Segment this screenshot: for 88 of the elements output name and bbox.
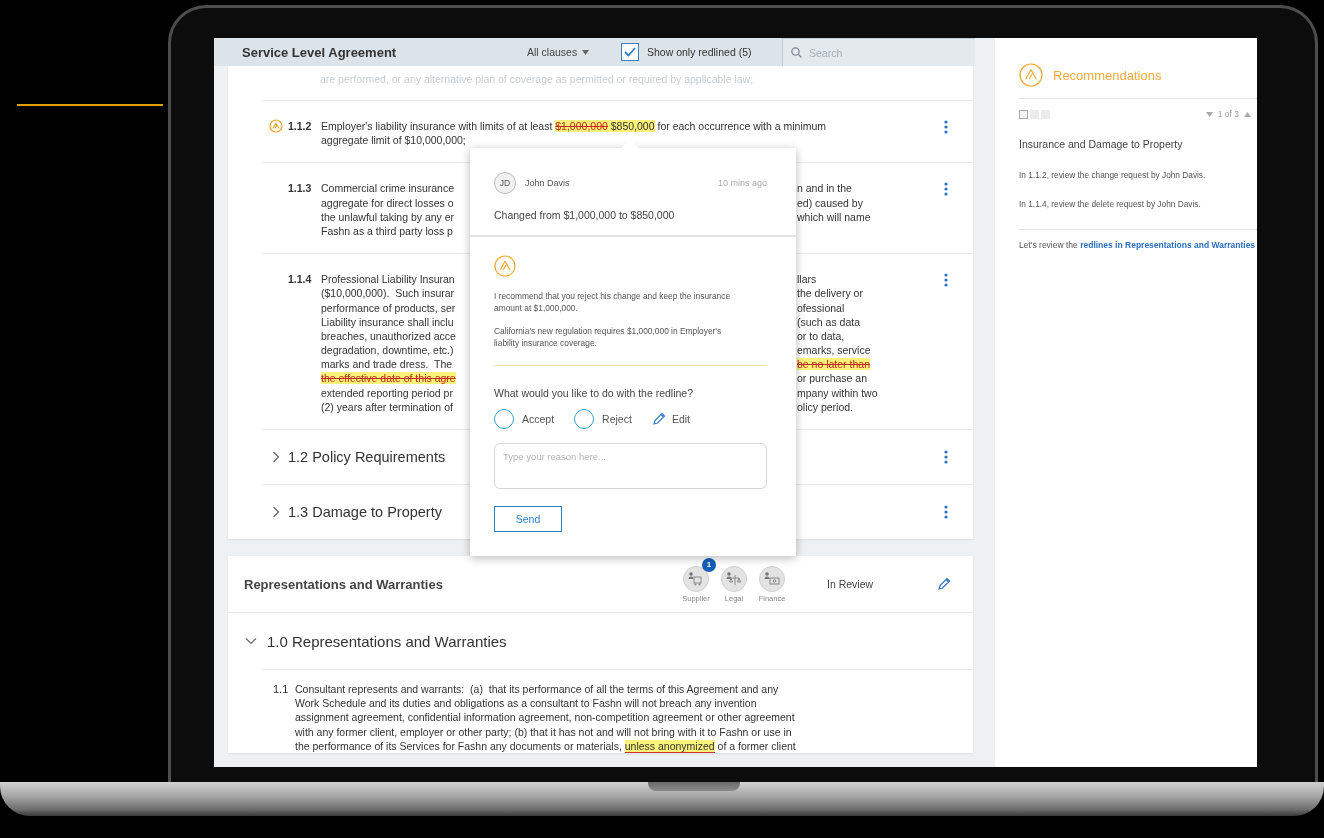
clause-text: ofessional <box>797 300 845 315</box>
clause-text: degradation, downtime, etc.) <box>321 343 455 358</box>
edit-icon[interactable] <box>937 577 951 591</box>
clause-text: with any former client, employer or other party; (b) that it has not and will not bring with it to Fashn or use in <box>295 725 792 738</box>
radio-label[interactable]: Reject <box>602 413 632 425</box>
more-options-icon[interactable] <box>944 273 948 288</box>
card-title: Representations and Warranties <box>244 576 444 592</box>
recommendation-text: I recommend that you reject his change and keep the insurance amount at $1,000,000. <box>494 291 732 314</box>
clause-text: be no later than <box>797 357 870 372</box>
clause-text: olicy period. <box>797 399 854 414</box>
section-title[interactable]: 1.2 Policy Requirements <box>288 449 446 465</box>
clause-text: Consultant represents and warrants: (a) that its performance of all the terms of this Agreement and any <box>295 683 779 695</box>
question-text: What would you like to do with the redline? <box>494 387 695 399</box>
panel-title: Recommendations <box>1053 67 1162 83</box>
status-label: In Review <box>827 578 875 590</box>
more-options-icon[interactable] <box>944 450 948 464</box>
clause-text: breaches, unauthorized acce <box>321 328 457 344</box>
clause-text: marks and trade dress. The <box>321 357 454 372</box>
footer-text: Let's review the redlines in Representations and Warranties <box>1019 239 1257 252</box>
caret-up-icon[interactable] <box>1244 111 1251 117</box>
notification-badge: 1 <box>702 557 716 572</box>
pencil-icon[interactable] <box>651 412 666 426</box>
search-field[interactable]: Search <box>782 38 975 66</box>
filter-dropdown[interactable]: All clauses <box>527 46 621 58</box>
recommendation-item: In 1.1.4, review the delete request by John Davis. <box>1019 199 1202 209</box>
recommendation-item: In 1.1.2, review the change request by John Davis. <box>1019 170 1207 180</box>
clause-text: which will name <box>797 209 871 224</box>
clause-text: n and in the <box>797 181 852 196</box>
page-counter: 1 of 3 <box>1217 109 1239 119</box>
clause-text: aggregate for direct losses o <box>321 195 455 210</box>
change-summary: Changed from $1,000,000 to $850,000 <box>494 209 676 221</box>
section-title[interactable]: 1.3 Damage to Property <box>288 504 442 520</box>
clause-text: or to data, <box>797 328 845 344</box>
more-options-icon[interactable] <box>944 120 948 134</box>
radio-label[interactable]: Accept <box>522 413 555 425</box>
assistant-logo-icon <box>494 255 516 277</box>
clause-text: ed) caused by <box>797 195 863 210</box>
reviewer-avatar-icon[interactable] <box>721 565 747 592</box>
recommendation-text: California's new regulation requires $1,000,000 in Employer's liability insurance coverage. <box>494 326 723 349</box>
clause-text: the unlawful taking by any er <box>321 209 456 224</box>
clause-number: 1.1.4 <box>288 272 313 287</box>
clause-text: (such as data <box>797 314 861 329</box>
clause-text: llars <box>797 272 817 287</box>
edit-button[interactable]: Edit <box>651 412 690 426</box>
chevron-right-icon[interactable] <box>272 506 280 518</box>
clause-number: 1.1.3 <box>288 181 313 196</box>
clause-text: extended reporting period pr <box>321 385 454 400</box>
clause-text: performance of products, ser <box>321 300 457 315</box>
page-indicator[interactable] <box>1019 109 1028 119</box>
reviewer-avatar-icon[interactable] <box>759 565 785 592</box>
clause-text: Fashn as a third party loss p <box>321 223 454 239</box>
clause-number: 1.1.2 <box>288 119 313 134</box>
send-button[interactable]: Send <box>494 506 562 532</box>
clause-text: the effective date of this agre <box>321 371 457 386</box>
user-avatar: JD <box>494 172 516 194</box>
section-title[interactable]: 1.0 Representations and Warranties <box>267 632 507 650</box>
clause-text: aggregate limit of $10,000,000; <box>321 134 466 147</box>
redlines-link[interactable]: redlines in Representations and Warranties <box>1080 240 1256 250</box>
clause-text: mpany within two <box>797 385 878 400</box>
clause-text: (2) years after termination of <box>321 399 454 414</box>
chevron-down-icon[interactable] <box>245 637 257 645</box>
clause-text: Employer's liability insurance with limits of at least $1,000,000 $850,000 for each occurrence with a minimum <box>321 120 827 132</box>
reviewer-avatar-icon[interactable] <box>683 565 709 592</box>
clause-text: the delivery or <box>797 286 863 301</box>
recommendation-heading: Insurance and Damage to Property <box>1019 138 1184 150</box>
document-title: Service Level Agreement <box>242 44 398 60</box>
more-options-icon[interactable] <box>944 505 948 519</box>
checkbox-label[interactable]: Show only redlined (5) <box>647 46 752 58</box>
timestamp: 10 mins ago <box>717 178 767 188</box>
author-name: John Davis <box>525 178 570 188</box>
clause-text: ($10,000,000). Such insurar <box>321 286 456 301</box>
clause-text: Commercial crime insurance <box>321 181 456 196</box>
search-icon <box>791 47 802 58</box>
clause-text: the performance of its Services for Fashn any documents or materials, unless anonymized of a former client <box>295 739 796 753</box>
clause-text: emarks, service <box>797 343 871 358</box>
chevron-right-icon[interactable] <box>272 451 280 463</box>
clause-text: assignment agreement, confidential information agreement, non-competition agreement or other agreement <box>295 711 795 724</box>
more-options-icon[interactable] <box>944 182 948 197</box>
clause-text: Work Schedule and its duties and obligations as a consultant to Fashn will not breach any invention <box>295 697 757 710</box>
clause-text: Professional Liability Insuran <box>321 272 456 287</box>
assistant-logo-icon <box>1019 63 1043 87</box>
caret-down-icon[interactable] <box>1205 111 1213 117</box>
clause-text: or purchase an <box>797 371 868 386</box>
reason-field[interactable]: Type your reason here... <box>494 443 767 489</box>
clause-text: Liability insurance shall inclu <box>321 314 455 329</box>
caret-icon <box>582 49 590 55</box>
checkbox[interactable] <box>621 43 639 61</box>
clause-number: 1.1 <box>272 682 290 697</box>
